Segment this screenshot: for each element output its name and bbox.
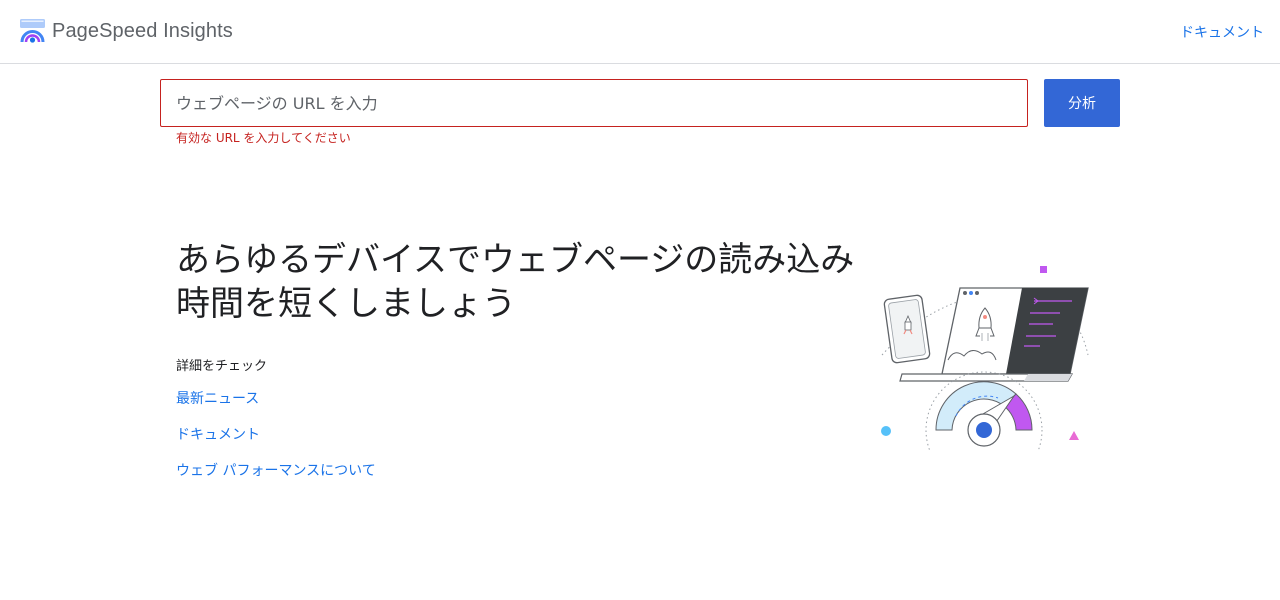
documentation-link[interactable]: ドキュメント	[176, 426, 260, 444]
hero-title: あらゆるデバイスでウェブページの読み込み時間を短くしましょう	[176, 240, 855, 324]
pagespeed-logo-icon[interactable]	[20, 19, 45, 44]
hero-illustration	[881, 266, 1089, 450]
top-app-bar: PageSpeed Insights ドキュメント	[0, 0, 1280, 64]
url-input[interactable]	[160, 79, 1028, 127]
app-title: PageSpeed Insights	[52, 20, 233, 42]
header-docs-link[interactable]: ドキュメント	[1180, 24, 1264, 42]
web-performance-link[interactable]: ウェブ パフォーマンスについて	[176, 462, 376, 480]
url-error-message: 有効な URL を入力してください	[176, 131, 351, 145]
latest-news-link[interactable]: 最新ニュース	[176, 390, 259, 408]
learn-more-label: 詳細をチェック	[176, 359, 268, 374]
analyze-button[interactable]: 分析	[1044, 79, 1120, 127]
